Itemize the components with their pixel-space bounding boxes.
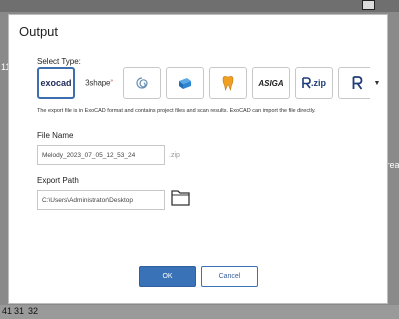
format-swirl-button[interactable] <box>123 67 161 99</box>
output-dialog: Output Select Type: exocad 3shape» ASIGA… <box>8 14 388 304</box>
format-asiga-button[interactable]: ASIGA <box>252 67 290 99</box>
select-type-label: Select Type: <box>37 57 81 66</box>
asiga-logo: ASIGA <box>258 78 284 88</box>
export-path-input[interactable] <box>37 190 165 210</box>
footer-number: 41 <box>2 306 13 316</box>
exocad-logo: exocad <box>40 78 72 88</box>
footer-number: 32 <box>28 306 39 316</box>
background-toolbar-icon[interactable] <box>362 0 375 10</box>
chevron-down-icon: ▼ <box>373 79 381 87</box>
format-dropdown-button[interactable]: ▼ <box>370 67 384 99</box>
format-3shape-button[interactable]: 3shape» <box>80 67 118 99</box>
ok-button[interactable]: OK <box>139 266 196 287</box>
format-cube-button[interactable] <box>166 67 204 99</box>
background-footer: 41 31 32 <box>0 305 399 319</box>
r-logo-icon <box>352 76 362 90</box>
file-name-label: File Name <box>37 131 74 140</box>
file-extension-label: .zip <box>169 152 180 159</box>
r-zip-icon <box>302 77 311 89</box>
format-exocad-button[interactable]: exocad <box>37 67 75 99</box>
swirl-icon <box>136 77 148 89</box>
blue-cube-icon <box>179 78 191 89</box>
background-toolbar <box>0 0 399 12</box>
dialog-title: Output <box>19 24 59 39</box>
browse-folder-button[interactable] <box>171 189 190 206</box>
export-path-label: Export Path <box>37 176 79 185</box>
cancel-button[interactable]: Cancel <box>201 266 258 287</box>
zip-label: .zip <box>311 78 326 88</box>
format-selector: exocad 3shape» ASIGA .zip ▼ <box>37 67 384 101</box>
3shape-logo: 3shape» <box>85 78 113 88</box>
format-description: The export file is in ExoCAD format and … <box>37 108 316 114</box>
format-tooth-button[interactable] <box>209 67 247 99</box>
format-zip-button[interactable]: .zip <box>295 67 333 99</box>
file-name-input[interactable] <box>37 145 165 165</box>
tooth-icon <box>222 76 234 91</box>
folder-icon <box>171 190 190 206</box>
footer-number: 31 <box>14 306 25 316</box>
